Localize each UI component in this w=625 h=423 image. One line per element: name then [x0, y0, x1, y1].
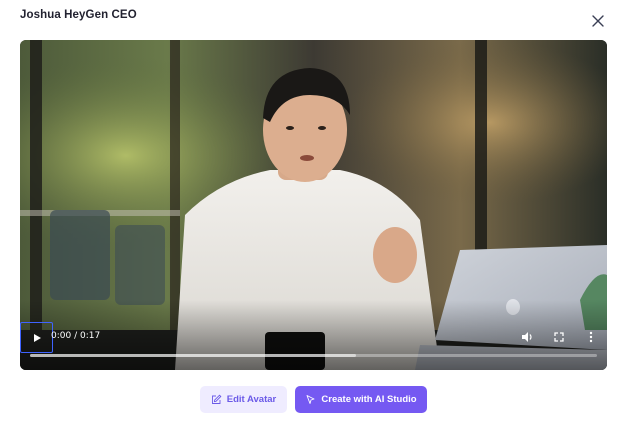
fullscreen-button[interactable] — [552, 330, 566, 344]
play-icon — [33, 333, 41, 342]
edit-avatar-button[interactable]: Edit Avatar — [200, 386, 287, 413]
create-with-ai-studio-button[interactable]: Create with AI Studio — [295, 386, 427, 413]
video-player[interactable]: 0:00 / 0:17 — [20, 40, 607, 370]
fullscreen-icon — [554, 332, 564, 342]
close-button[interactable] — [590, 13, 606, 29]
edit-avatar-label: Edit Avatar — [226, 394, 277, 405]
edit-icon — [211, 394, 222, 404]
time-display: 0:00 / 0:17 — [51, 331, 101, 341]
play-button[interactable] — [20, 322, 53, 353]
more-options-button[interactable] — [584, 330, 598, 344]
controls-overlay — [20, 300, 607, 370]
progress-buffered — [30, 354, 357, 357]
volume-button[interactable] — [520, 330, 534, 344]
volume-icon — [522, 332, 532, 342]
progress-bar[interactable] — [30, 354, 597, 357]
dialog-title: Joshua HeyGen CEO — [20, 9, 137, 21]
more-vertical-icon — [589, 331, 593, 343]
avatar-preview-dialog: Joshua HeyGen CEO 0:00 / 0:17 Edit Avata… — [0, 0, 625, 423]
cursor-icon — [306, 395, 315, 404]
create-with-ai-studio-label: Create with AI Studio — [321, 394, 417, 405]
close-icon — [592, 15, 604, 27]
